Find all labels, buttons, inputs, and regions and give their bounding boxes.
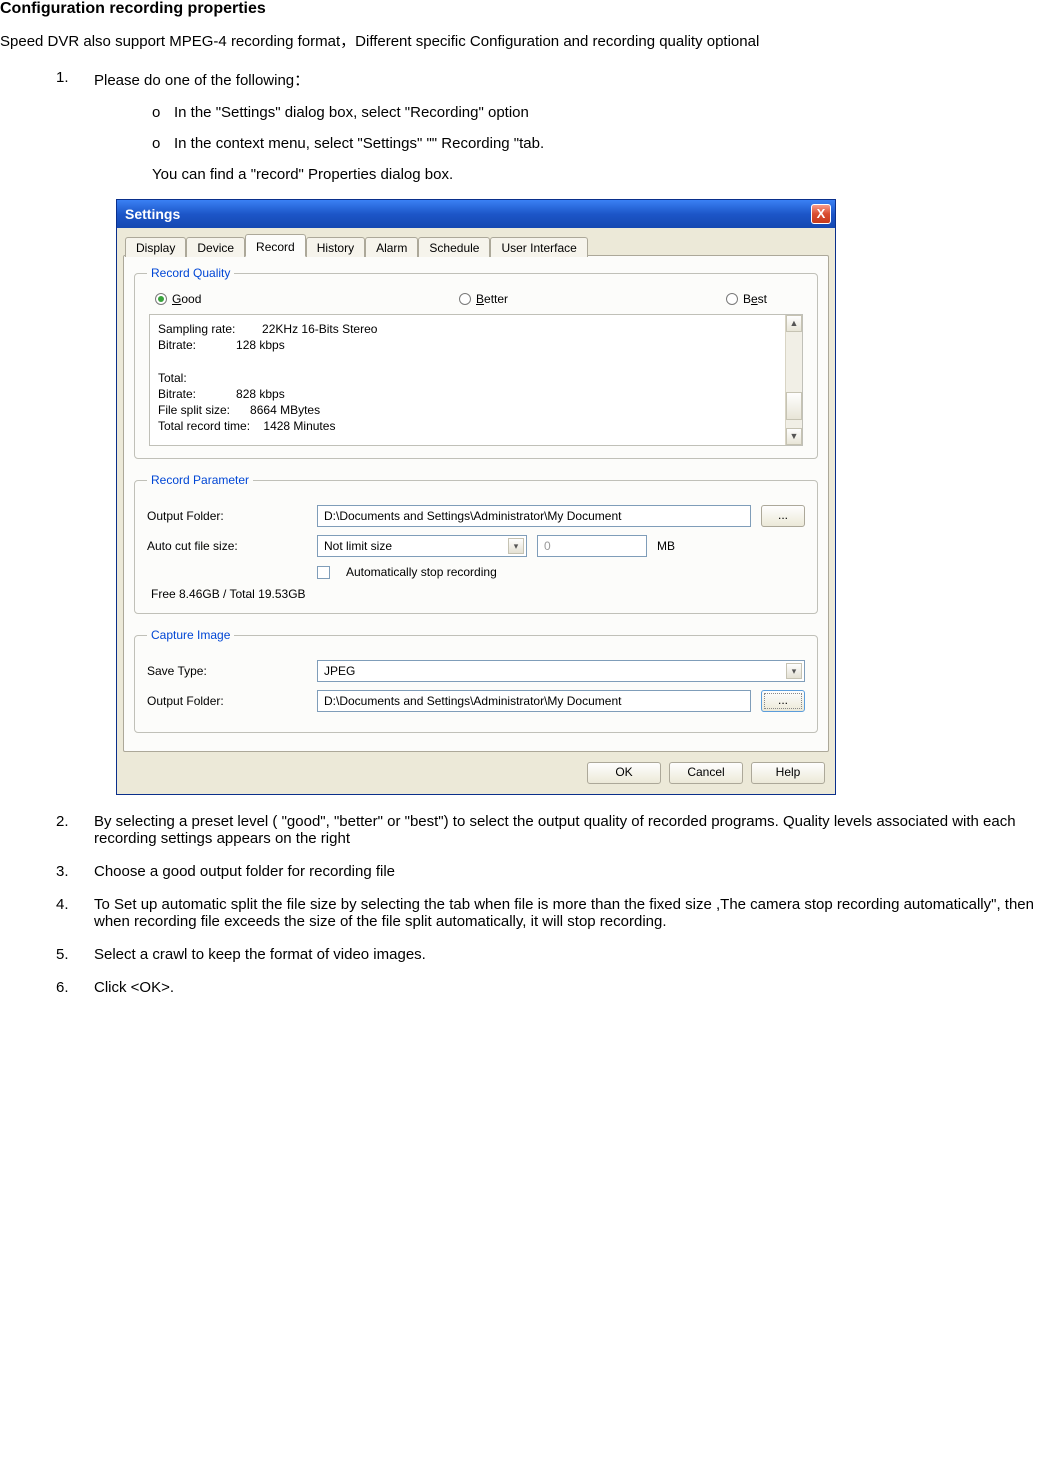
list-number: 4. (56, 896, 69, 913)
capture-browse-button[interactable]: ... (761, 690, 805, 712)
auto-cut-label: Auto cut file size: (147, 539, 307, 553)
step-4-text: To Set up automatic split the file size … (94, 896, 1034, 930)
browse-button[interactable]: ... (761, 505, 805, 527)
chevron-down-icon[interactable]: ▾ (786, 663, 802, 679)
dialog-button-bar: OK Cancel Help (123, 752, 829, 786)
list-number: 3. (56, 863, 69, 880)
page-title: Configuration recording properties (0, 0, 1047, 18)
step-1-note: You can find a "record" Properties dialo… (152, 166, 1047, 183)
settings-dialog: Settings X Display Device Record History… (116, 199, 836, 795)
radio-best[interactable] (726, 293, 738, 305)
bullet-o: o (152, 135, 160, 152)
group-record-quality: Record Quality Good Better Best (134, 266, 818, 459)
scroll-down-icon[interactable]: ▼ (786, 428, 802, 445)
auto-stop-checkbox[interactable] (317, 566, 330, 579)
radio-better[interactable] (459, 293, 471, 305)
scroll-up-icon[interactable]: ▲ (786, 315, 802, 332)
legend-capture-image: Capture Image (147, 628, 234, 642)
output-folder-input[interactable] (317, 505, 751, 527)
step-2-text: By selecting a preset level ( "good", "b… (94, 813, 1016, 847)
auto-cut-size-input (537, 535, 647, 557)
scroll-thumb[interactable] (786, 392, 802, 420)
quality-info-box: Sampling rate: 22KHz 16-Bits Stereo Bitr… (149, 314, 803, 446)
legend-record-quality: Record Quality (147, 266, 234, 280)
tab-panel: Record Quality Good Better Best (123, 255, 829, 752)
tab-display[interactable]: Display (125, 237, 186, 257)
save-type-label: Save Type: (147, 664, 307, 678)
tab-device[interactable]: Device (186, 237, 245, 257)
group-capture-image: Capture Image Save Type: JPEG ▾ Output F… (134, 628, 818, 733)
list-number: 5. (56, 946, 69, 963)
auto-cut-unit: MB (657, 539, 697, 553)
bullet-o: o (152, 104, 160, 121)
step-3-text: Choose a good output folder for recordin… (94, 863, 395, 880)
step-6-text: Click <OK>. (94, 979, 174, 996)
output-folder-label: Output Folder: (147, 509, 307, 523)
list-number: 2. (56, 813, 69, 830)
disk-free-text: Free 8.46GB / Total 19.53GB (151, 587, 805, 601)
ok-button[interactable]: OK (587, 762, 661, 784)
dialog-title: Settings (125, 206, 180, 222)
capture-output-input[interactable] (317, 690, 751, 712)
tab-history[interactable]: History (306, 237, 365, 257)
auto-cut-select-value: Not limit size (324, 539, 392, 553)
chevron-down-icon[interactable]: ▾ (508, 538, 524, 554)
intro-text: Speed DVR also support MPEG-4 recording … (0, 30, 1047, 51)
help-button[interactable]: Help (751, 762, 825, 784)
dialog-titlebar: Settings X (117, 200, 835, 228)
step-1-sub-1: In the "Settings" dialog box, select "Re… (174, 104, 529, 121)
step-1-text: Please do one of the following： (94, 72, 309, 89)
step-5-text: Select a crawl to keep the format of vid… (94, 946, 426, 963)
cancel-button[interactable]: Cancel (669, 762, 743, 784)
tab-strip: Display Device Record History Alarm Sche… (123, 234, 829, 256)
step-1-sub-2: In the context menu, select "Settings" "… (174, 135, 544, 152)
tab-schedule[interactable]: Schedule (418, 237, 490, 257)
close-icon[interactable]: X (811, 204, 831, 224)
capture-output-label: Output Folder: (147, 694, 307, 708)
scrollbar[interactable]: ▲ ▼ (785, 315, 802, 445)
save-type-value: JPEG (324, 664, 355, 678)
auto-cut-select[interactable]: Not limit size ▾ (317, 535, 527, 557)
radio-better-label: Better (476, 292, 508, 306)
list-number: 1. (56, 69, 69, 86)
tab-user-interface[interactable]: User Interface (490, 237, 587, 257)
tab-alarm[interactable]: Alarm (365, 237, 418, 257)
tab-record[interactable]: Record (245, 234, 306, 257)
list-number: 6. (56, 979, 69, 996)
radio-good-label: Good (172, 292, 201, 306)
save-type-select[interactable]: JPEG ▾ (317, 660, 805, 682)
legend-record-parameter: Record Parameter (147, 473, 253, 487)
radio-good[interactable] (155, 293, 167, 305)
auto-stop-label: Automatically stop recording (346, 565, 497, 579)
group-record-parameter: Record Parameter Output Folder: ... Auto… (134, 473, 818, 614)
radio-best-label: Best (743, 292, 767, 306)
